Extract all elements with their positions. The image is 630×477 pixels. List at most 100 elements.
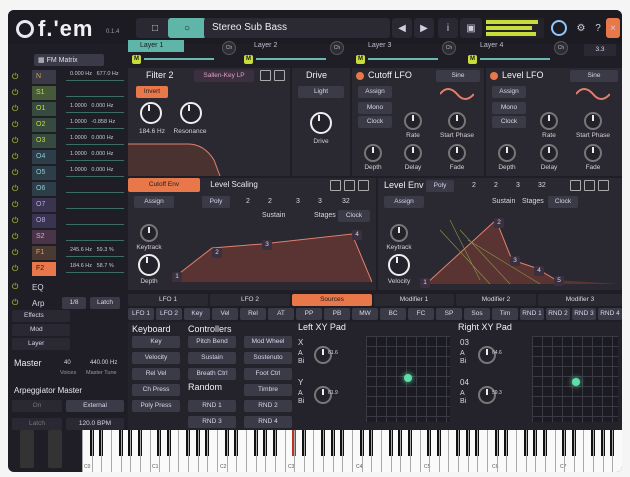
close-button[interactable]: ×	[606, 18, 620, 38]
level-env-n3[interactable]: 3	[516, 182, 520, 189]
mod-row-name[interactable]: O1	[32, 102, 56, 116]
mod-row-name[interactable]: O4	[32, 150, 56, 164]
left-xy-y-a[interactable]: A	[298, 390, 303, 397]
white-key[interactable]	[535, 430, 537, 472]
level-env-poly[interactable]: Poly	[426, 180, 454, 192]
mod-row-name[interactable]: O6	[32, 182, 56, 196]
sub-tab-tim[interactable]: Tim	[492, 308, 518, 320]
layer-4-chain[interactable]: Ch	[554, 41, 568, 55]
mod-row-slider[interactable]	[66, 256, 124, 257]
sub-tab-pp[interactable]: PP	[296, 308, 322, 320]
white-key[interactable]	[487, 430, 488, 472]
info-button[interactable]: i	[438, 18, 458, 38]
cutoff-lfo-phase-knob[interactable]	[448, 112, 466, 130]
level-lfo-phase-knob[interactable]	[584, 112, 602, 130]
power-icon[interactable]: ⏻	[12, 200, 22, 210]
white-key[interactable]	[564, 430, 566, 472]
cutoff-env-tab[interactable]: Cutoff Env	[128, 178, 200, 192]
layer-tab-2[interactable]: Layer 2 M Ch	[240, 40, 350, 66]
cutoff-lfo-fade-knob[interactable]	[448, 144, 466, 162]
white-key[interactable]	[380, 430, 382, 472]
sub-tab-lfo2[interactable]: LFO 2	[156, 308, 182, 320]
white-key[interactable]	[159, 430, 161, 472]
source-timbre[interactable]: Timbre	[244, 384, 292, 396]
layer-tab-1[interactable]: Layer 1 M Ch	[128, 40, 238, 66]
layer-tab-4[interactable]: Layer 4 M Ch	[464, 40, 574, 66]
sub-tab-fc[interactable]: FC	[408, 308, 434, 320]
power-icon[interactable]: ⏻	[12, 184, 22, 194]
mod-row-slider[interactable]	[66, 160, 124, 161]
level-lfo-clock[interactable]: Clock	[492, 116, 526, 128]
white-key[interactable]	[583, 430, 585, 472]
save-button[interactable]: ○	[168, 18, 206, 38]
layer-3-slider[interactable]	[368, 58, 438, 60]
level-env-sustain[interactable]: Sustain	[492, 198, 515, 205]
copy-icon[interactable]	[570, 180, 581, 191]
source-poly-press[interactable]: Poly Press	[132, 400, 180, 412]
sub-tab-rnd4[interactable]: RND 4	[598, 308, 622, 320]
white-key[interactable]	[612, 430, 614, 472]
arp-latch-toggle[interactable]: Latch	[12, 418, 62, 430]
cutoff-env-n2[interactable]: 2	[268, 198, 272, 205]
mod-row-slider[interactable]	[66, 192, 124, 193]
source-mod-wheel[interactable]: Mod Wheel	[244, 336, 292, 348]
level-point-2[interactable]: 2	[494, 218, 504, 228]
power-icon[interactable]: ⏻	[12, 216, 22, 226]
env-point-4[interactable]: 4	[352, 230, 362, 240]
sub-tab-key[interactable]: Key	[184, 308, 210, 320]
layer-1-chain[interactable]: Ch	[222, 41, 236, 55]
source-ch-press[interactable]: Ch Press	[132, 384, 180, 396]
sub-tab-at[interactable]: AT	[268, 308, 294, 320]
mod-row-name[interactable]: S1	[32, 86, 56, 100]
source-rnd2[interactable]: RND 2	[244, 400, 292, 412]
mod-row-slider[interactable]	[66, 144, 124, 145]
tab-modifier2[interactable]: Modifier 2	[456, 294, 536, 306]
sub-tab-bc[interactable]: BC	[380, 308, 406, 320]
cutoff-env-stages[interactable]: Stages	[314, 212, 336, 219]
sub-tab-pb[interactable]: PB	[324, 308, 350, 320]
settings-button[interactable]: ⚙	[572, 18, 590, 38]
source-velocity[interactable]: Velocity	[132, 352, 180, 364]
cutoff-env-assign[interactable]: Assign	[134, 196, 174, 208]
search-icon[interactable]	[358, 180, 369, 191]
layer-4-slider[interactable]	[480, 58, 550, 60]
drive-knob[interactable]	[310, 112, 332, 134]
source-sustain[interactable]: Sustain	[188, 352, 236, 364]
white-key[interactable]	[390, 430, 392, 472]
cutoff-env-poly[interactable]: Poly	[202, 196, 230, 208]
white-key[interactable]	[544, 430, 546, 472]
arp-external-button[interactable]: External	[66, 400, 124, 412]
level-keytrack-knob[interactable]	[390, 224, 408, 242]
layer-2-mute[interactable]: M	[244, 55, 253, 64]
white-key[interactable]	[602, 430, 604, 472]
mod-row-name[interactable]: F2	[32, 262, 56, 276]
source-rnd3[interactable]: RND 3	[188, 416, 236, 428]
white-key[interactable]	[120, 430, 122, 472]
screenshot-button[interactable]: ▣	[460, 18, 482, 38]
left-xy-pad[interactable]	[366, 336, 450, 422]
white-key[interactable]	[149, 430, 151, 472]
white-key[interactable]	[477, 430, 479, 472]
white-key[interactable]	[139, 430, 141, 472]
env-depth-knob[interactable]	[138, 254, 160, 276]
source-key[interactable]: Key	[132, 336, 180, 348]
power-icon[interactable]: ⏻	[12, 264, 22, 274]
filter2-type[interactable]: Sallen-Key LP	[194, 70, 254, 82]
mod-row-slider[interactable]	[66, 240, 124, 241]
cutoff-env-clock[interactable]: Clock	[338, 210, 370, 222]
cutoff-lfo-mono[interactable]: Mono	[358, 102, 392, 114]
paste-icon[interactable]	[344, 180, 355, 191]
white-key[interactable]	[110, 430, 112, 472]
white-key[interactable]	[458, 430, 460, 472]
layer-4-mute[interactable]: M	[468, 55, 477, 64]
drive-mode[interactable]: Light	[298, 86, 344, 98]
next-preset-button[interactable]: ▶	[414, 18, 434, 38]
white-key[interactable]	[294, 430, 296, 472]
white-key[interactable]	[429, 430, 431, 472]
source-breath[interactable]: Breath Ctrl	[188, 368, 236, 380]
tab-modifier1[interactable]: Modifier 1	[374, 294, 454, 306]
right-xy-pad[interactable]	[532, 336, 618, 422]
mod-row-name[interactable]: O3	[32, 134, 56, 148]
white-key[interactable]	[438, 430, 440, 472]
white-key[interactable]	[255, 430, 257, 472]
